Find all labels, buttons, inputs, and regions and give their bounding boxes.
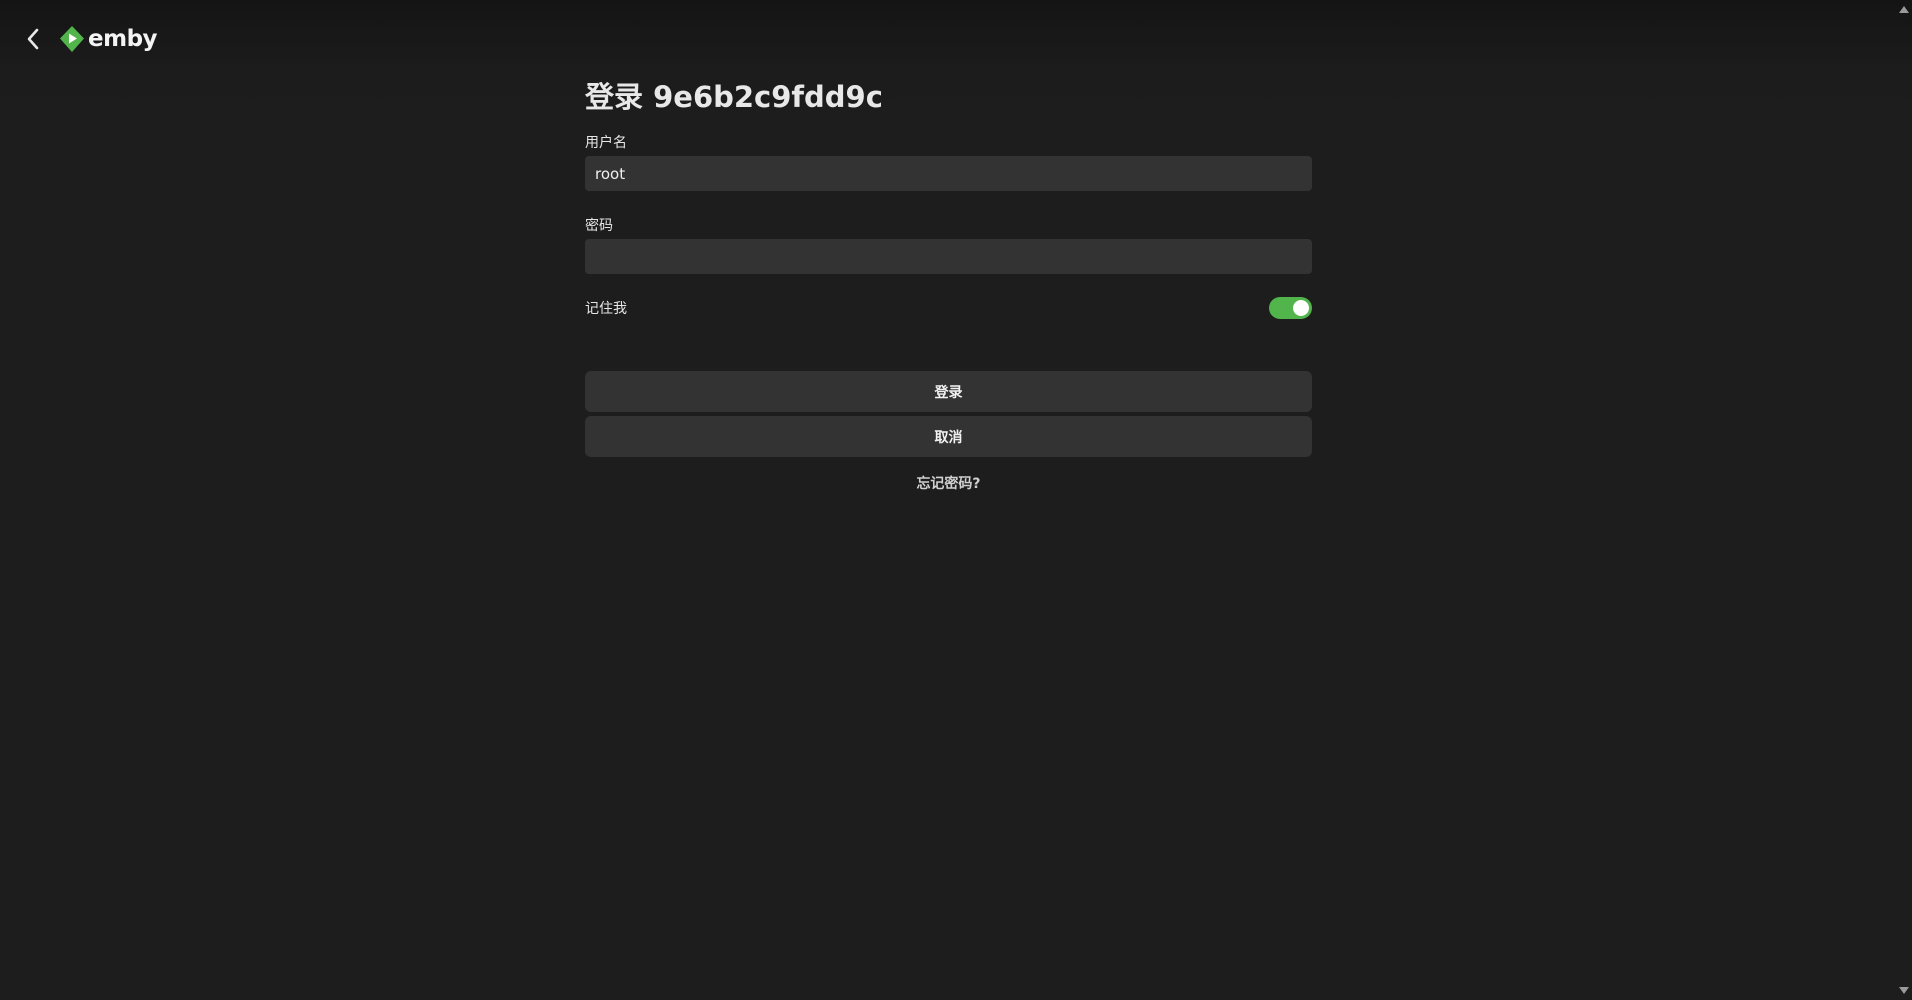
username-label: 用户名	[585, 135, 627, 151]
remember-me-label: 记住我	[585, 301, 627, 317]
scrollbar-up-arrow-icon[interactable]	[1899, 6, 1909, 13]
back-button[interactable]	[20, 24, 46, 54]
forgot-password-link[interactable]: 忘记密码?	[585, 473, 1312, 493]
emby-play-diamond-icon	[60, 26, 84, 52]
app-header: emby	[0, 0, 1912, 80]
emby-logo[interactable]: emby	[59, 25, 158, 53]
scrollbar-down-arrow-icon[interactable]	[1899, 987, 1909, 994]
chevron-left-icon	[27, 28, 39, 50]
remember-me-toggle[interactable]	[1269, 297, 1312, 319]
toggle-knob	[1293, 300, 1309, 316]
password-input[interactable]	[585, 239, 1312, 274]
brand-name: emby	[88, 26, 158, 52]
page-title: 登录 9e6b2c9fdd9c	[585, 80, 883, 114]
remember-me-row: 记住我	[585, 296, 1312, 320]
login-page: emby 登录 9e6b2c9fdd9c 用户名 密码 记住我 登录 取消 忘记…	[0, 0, 1912, 1000]
username-input[interactable]	[585, 156, 1312, 191]
login-button[interactable]: 登录	[585, 371, 1312, 412]
cancel-button[interactable]: 取消	[585, 416, 1312, 457]
password-label: 密码	[585, 218, 613, 234]
login-form: 登录 9e6b2c9fdd9c 用户名 密码 记住我 登录 取消 忘记密码?	[585, 78, 1312, 493]
